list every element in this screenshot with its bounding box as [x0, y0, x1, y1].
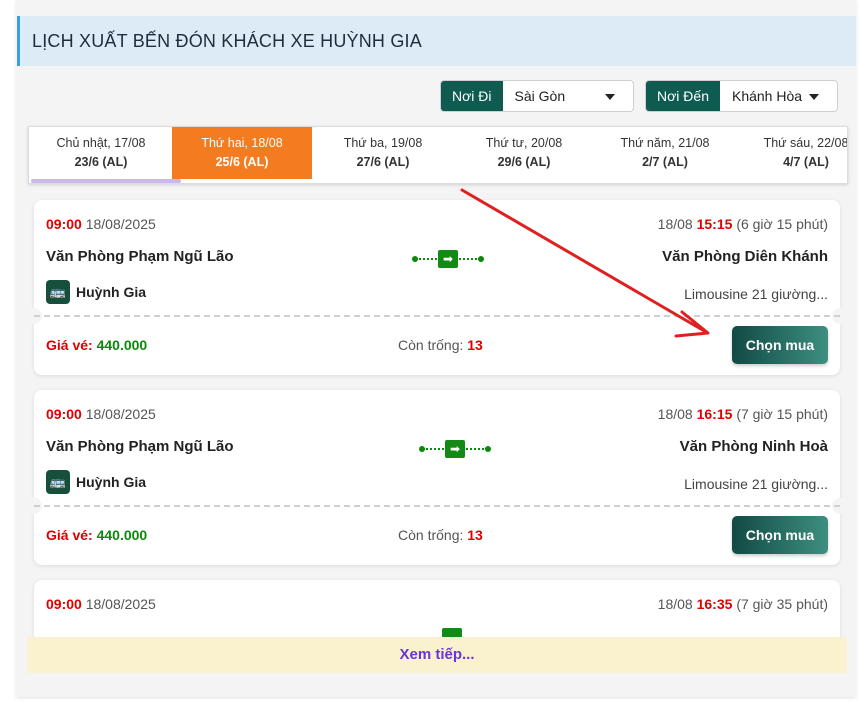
trip-duration: (7 giờ 15 phút): [736, 406, 828, 422]
seats-label: Còn trống:: [398, 527, 464, 543]
arrival-date: 18/08: [657, 216, 693, 232]
origin-office: Văn Phòng Phạm Ngũ Lão: [46, 248, 234, 265]
operator-name: Huỳnh Gia: [76, 474, 147, 490]
seats-label: Còn trống:: [398, 337, 464, 353]
departure-time: 09:00: [46, 596, 82, 612]
date-tab-lunar: 23/6 (AL): [74, 155, 128, 169]
vehicle-type: Limousine 21 giường...: [684, 286, 828, 302]
arrival-date: 18/08: [657, 596, 693, 612]
trip-duration: (7 giờ 35 phút): [736, 596, 828, 612]
arrival: 18/08 16:15 (7 giờ 15 phút): [658, 406, 828, 422]
ticket-price: Giá vé: 440.000: [46, 337, 147, 353]
arrival-time: 16:15: [696, 406, 733, 422]
bus-logo-icon: 🚌: [46, 470, 70, 494]
destination-office: Văn Phòng Ninh Hoà: [679, 438, 828, 455]
date-tab-lunar: 4/7 (AL): [783, 155, 829, 169]
date-tab-wed[interactable]: Thứ tư, 20/08 29/6 (AL): [454, 127, 594, 179]
buy-ticket-button[interactable]: Chọn mua: [732, 326, 828, 364]
route-line: ➡: [419, 440, 491, 458]
from-city-label: Nơi Đi: [441, 81, 503, 111]
trip-card: 09:00 18/08/2025 18/08 16:15 (7 giờ 15 p…: [26, 390, 848, 565]
arrival-time: 16:35: [696, 596, 733, 612]
date-tab-day: Chủ nhật, 17/08: [56, 136, 146, 150]
chevron-down-icon: [605, 94, 615, 100]
price-label: Giá vé:: [46, 527, 93, 543]
date-tab-lunar: 2/7 (AL): [642, 155, 688, 169]
trip-card: 09:00 18/08/2025 18/08 15:15 (6 giờ 15 p…: [26, 200, 848, 375]
price-value: 440.000: [96, 527, 148, 543]
seats-available: Còn trống: 13: [398, 527, 483, 543]
date-tab-lunar: 29/6 (AL): [497, 155, 551, 169]
price-label: Giá vé:: [46, 337, 93, 353]
date-tab-thu[interactable]: Thứ năm, 21/08 2/7 (AL): [595, 127, 735, 179]
ticket-divider: [34, 315, 840, 317]
to-city-value: Khánh Hòa: [731, 88, 803, 104]
date-tab-lunar: 25/6 (AL): [215, 155, 269, 169]
date-tab-day: Thứ hai, 18/08: [201, 136, 283, 150]
operator-name: Huỳnh Gia: [76, 284, 147, 300]
departure-date: 18/08/2025: [85, 406, 156, 422]
date-tab-lunar: 27/6 (AL): [356, 155, 410, 169]
departure: 09:00 18/08/2025: [46, 596, 156, 612]
price-value: 440.000: [96, 337, 148, 353]
arrival-time: 15:15: [696, 216, 733, 232]
trip-duration: (6 giờ 15 phút): [736, 216, 828, 232]
origin-office: Văn Phòng Phạm Ngũ Lão: [46, 438, 234, 455]
departure-date: 18/08/2025: [85, 596, 156, 612]
date-tabs: Chủ nhật, 17/08 23/6 (AL) Thứ hai, 18/08…: [28, 126, 848, 184]
date-tab-day: Thứ năm, 21/08: [620, 136, 710, 150]
date-tab-day: Thứ tư, 20/08: [485, 136, 563, 150]
arrival: 18/08 15:15 (6 giờ 15 phút): [658, 216, 828, 232]
date-tab-tue[interactable]: Thứ ba, 19/08 27/6 (AL): [313, 127, 453, 179]
arrival-date: 18/08: [657, 406, 693, 422]
date-tab-sun[interactable]: Chủ nhật, 17/08 23/6 (AL): [31, 127, 171, 179]
arrow-right-icon: ➡: [438, 250, 458, 268]
bus-logo-icon: 🚌: [46, 280, 70, 304]
buy-ticket-button[interactable]: Chọn mua: [732, 516, 828, 554]
departure: 09:00 18/08/2025: [46, 406, 156, 422]
departure: 09:00 18/08/2025: [46, 216, 156, 232]
seats-available: Còn trống: 13: [398, 337, 483, 353]
arrival: 18/08 16:35 (7 giờ 35 phút): [658, 596, 828, 612]
seats-count: 13: [467, 337, 483, 353]
date-tab-day: Thứ ba, 19/08: [343, 136, 423, 150]
to-city-label: Nơi Đến: [646, 81, 720, 111]
date-tab-fri[interactable]: Thứ sáu, 22/08 4/7 (AL): [736, 127, 848, 179]
departure-date: 18/08/2025: [85, 216, 156, 232]
to-city-select[interactable]: Nơi Đến Khánh Hòa: [645, 80, 838, 112]
arrow-right-icon: ➡: [445, 440, 465, 458]
date-tabs-scrollbar[interactable]: [31, 179, 181, 183]
ticket-divider: [34, 505, 840, 507]
ticket-price: Giá vé: 440.000: [46, 527, 147, 543]
destination-office: Văn Phòng Diên Khánh: [662, 248, 828, 265]
from-city-select[interactable]: Nơi Đi Sài Gòn: [440, 80, 634, 112]
load-more-button[interactable]: Xem tiếp...: [27, 637, 847, 673]
route-line: ➡: [412, 250, 484, 268]
chevron-down-icon: [809, 94, 819, 100]
date-tab-day: Thứ sáu, 22/08: [763, 136, 848, 150]
departure-time: 09:00: [46, 216, 82, 232]
date-tab-mon[interactable]: Thứ hai, 18/08 25/6 (AL): [172, 127, 312, 179]
seats-count: 13: [467, 527, 483, 543]
departure-time: 09:00: [46, 406, 82, 422]
section-title: LỊCH XUẤT BẾN ĐÓN KHÁCH XE HUỲNH GIA: [17, 16, 856, 66]
vehicle-type: Limousine 21 giường...: [684, 476, 828, 492]
